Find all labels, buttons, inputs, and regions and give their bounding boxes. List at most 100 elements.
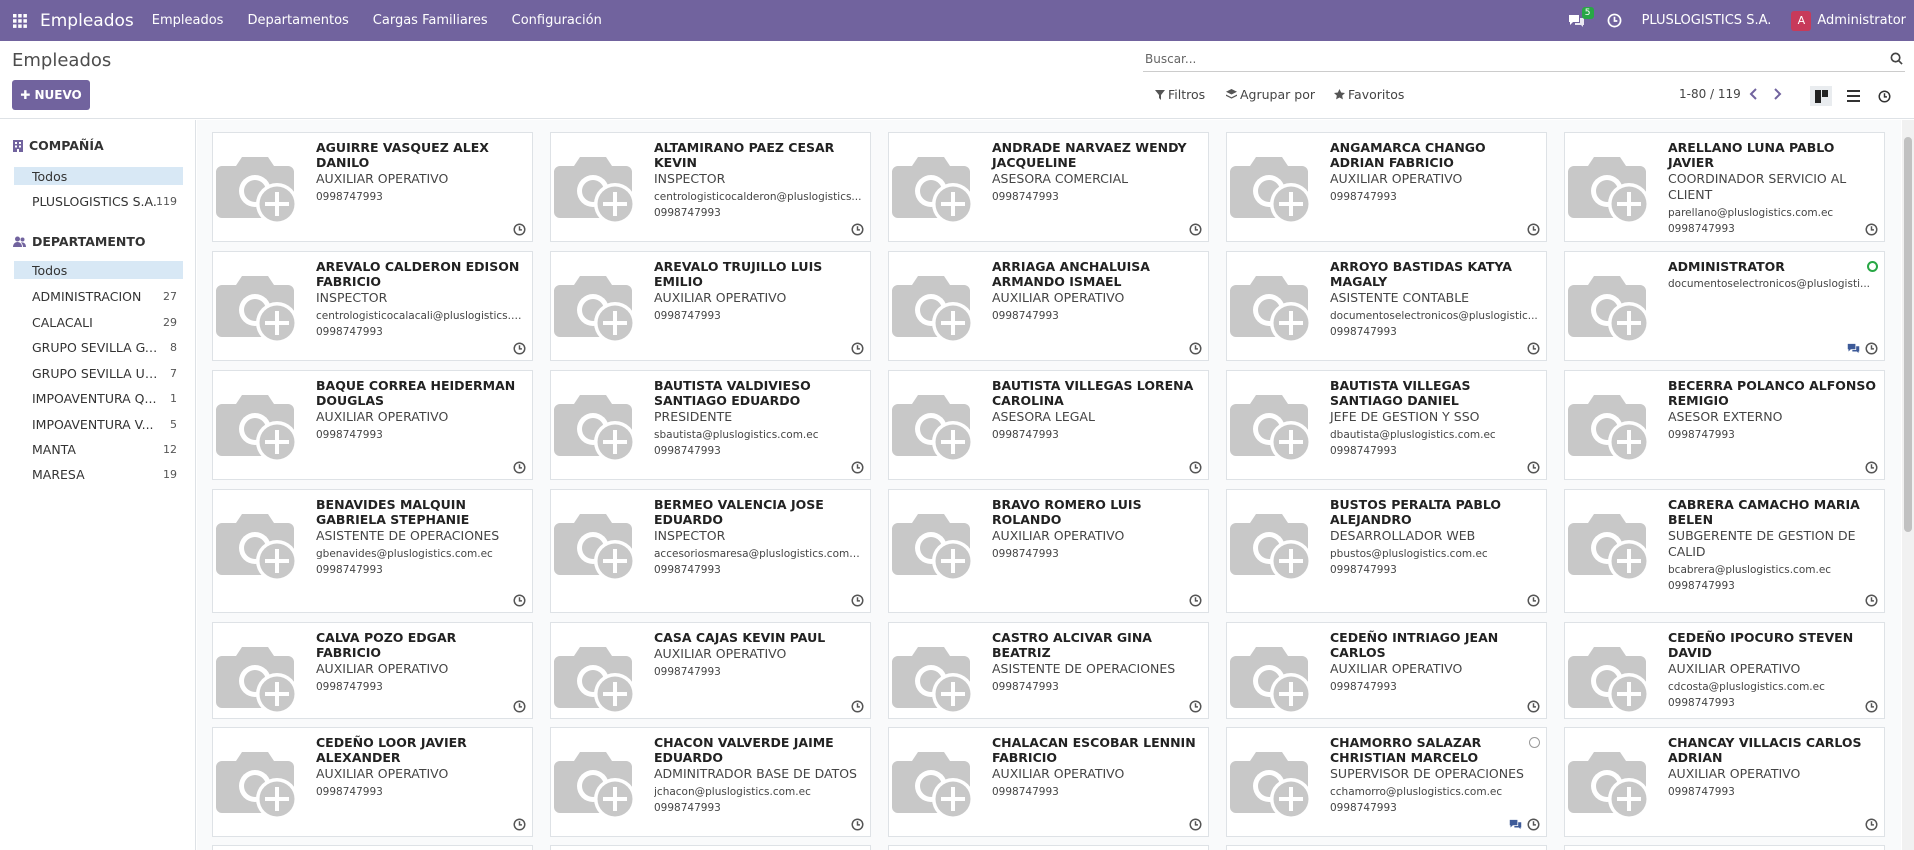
employee-card[interactable]: CEDEÑO INTRIAGO JEAN CARLOS AUXILIAR OPER… <box>1226 622 1547 719</box>
activity-clock-icon[interactable] <box>1189 461 1202 474</box>
employee-card[interactable]: ARROYO BASTIDAS KATYA MAGALY ASISTENTE CO… <box>1226 251 1547 361</box>
activity-clock-icon[interactable] <box>1527 342 1540 355</box>
user-menu[interactable]: Administrator <box>1817 13 1906 28</box>
main-scrollbar[interactable] <box>1902 120 1914 850</box>
department-item[interactable]: GRUPO SEVILLA GYE 8 <box>14 338 183 356</box>
employee-card[interactable]: CHANCAY VILLACIS CARLOS ADRIAN AUXILIAR O… <box>1564 727 1885 837</box>
department-item[interactable]: IMPOAVENTURA Q... 1 <box>14 389 183 407</box>
employee-card[interactable]: BENAVIDES MALQUIN GABRIELA STEPHANIE ASIS… <box>212 489 533 613</box>
chat-icon[interactable] <box>1847 343 1860 354</box>
search-icon[interactable] <box>1890 50 1903 69</box>
activity-clock-icon[interactable] <box>1527 461 1540 474</box>
company-item-pluslogistics[interactable]: PLUSLOGISTICS S.A. 119 <box>14 192 183 210</box>
employee-card[interactable]: CHACON VALVERDE JAIME EDUARDO ADMINITRADO… <box>550 727 871 837</box>
pager-next-button[interactable] <box>1771 86 1783 105</box>
menu-configuracion[interactable]: Configuración <box>512 13 602 28</box>
employee-card[interactable]: BUSTOS PERALTA PABLO ALEJANDRO DESARROLLA… <box>1226 489 1547 613</box>
activity-clock-icon[interactable] <box>1189 342 1202 355</box>
employee-card[interactable]: ARELLANO LUNA PABLO JAVIER COORDINADOR SE… <box>1564 132 1885 242</box>
activity-clock-icon[interactable] <box>1189 594 1202 607</box>
employee-card[interactable] <box>550 845 871 850</box>
employee-card[interactable]: Administrator documentoselectronicos@plus… <box>1564 251 1885 361</box>
department-item[interactable]: MARESA 19 <box>14 465 183 483</box>
activity-clock-icon[interactable] <box>851 700 864 713</box>
user-avatar[interactable]: A <box>1791 10 1812 31</box>
department-item-todos[interactable]: Todos <box>14 261 183 279</box>
employee-card[interactable]: BERMEO VALENCIA JOSE EDUARDO INSPECTOR acc… <box>550 489 871 613</box>
app-brand[interactable]: Empleados <box>40 11 134 31</box>
activity-clock-icon[interactable] <box>851 342 864 355</box>
department-item[interactable]: MANTA 12 <box>14 440 183 458</box>
favorites-button[interactable]: Favoritos <box>1334 87 1404 102</box>
new-button[interactable]: ✚ NUEVO <box>12 80 90 110</box>
menu-departamentos[interactable]: Departamentos <box>247 13 348 28</box>
activity-clock-icon[interactable] <box>513 342 526 355</box>
kanban-view-button[interactable] <box>1810 86 1832 106</box>
employee-card[interactable]: ANDRADE NARVAEZ WENDY JACQUELINE ASESORA … <box>888 132 1209 242</box>
activity-clock-icon[interactable] <box>1865 818 1878 831</box>
employee-card[interactable]: CALVA POZO EDGAR FABRICIO AUXILIAR OPERAT… <box>212 622 533 719</box>
employee-card[interactable] <box>888 845 1209 850</box>
employee-card[interactable]: CASA CAJAS KEVIN PAUL AUXILIAR OPERATIVO 0… <box>550 622 871 719</box>
activity-clock-icon[interactable] <box>1865 223 1878 236</box>
activity-clock-icon[interactable] <box>513 700 526 713</box>
employee-card[interactable] <box>212 845 533 850</box>
activity-clock-icon[interactable] <box>1189 223 1202 236</box>
pager-value[interactable]: 1-80 / 119 <box>1679 87 1741 101</box>
activity-clock-icon[interactable] <box>1865 461 1878 474</box>
scrollbar-thumb[interactable] <box>1904 137 1912 532</box>
activity-clock-icon[interactable] <box>1865 342 1878 355</box>
employee-card[interactable] <box>1564 845 1885 850</box>
employee-card[interactable]: CEDEÑO LOOR JAVIER ALEXANDER AUXILIAR OPE… <box>212 727 533 837</box>
employee-card[interactable]: CASTRO ALCIVAR GINA BEATRIZ ASISTENTE DE … <box>888 622 1209 719</box>
employee-card[interactable]: CHALACAN ESCOBAR LENNIN FABRICIO AUXILIAR… <box>888 727 1209 837</box>
employee-card[interactable]: AREVALO TRUJILLO LUIS EMILIO AUXILIAR OPE… <box>550 251 871 361</box>
employee-card[interactable] <box>1226 845 1547 850</box>
employee-card[interactable]: BECERRA POLANCO ALFONSO REMIGIO ASESOR EX… <box>1564 370 1885 480</box>
search-input[interactable] <box>1145 49 1865 69</box>
activity-view-button[interactable] <box>1873 86 1895 106</box>
employee-card[interactable]: BAUTISTA VILLEGAS LORENA CAROLINA ASESORA… <box>888 370 1209 480</box>
employee-card[interactable]: ANGAMARCA CHANGO ADRIAN FABRICIO AUXILIAR… <box>1226 132 1547 242</box>
employee-card[interactable]: CHAMORRO SALAZAR CHRISTIAN MARCELO SUPERV… <box>1226 727 1547 837</box>
employee-card[interactable]: AREVALO CALDERON EDISON FABRICIO INSPECTO… <box>212 251 533 361</box>
menu-cargas-familiares[interactable]: Cargas Familiares <box>373 13 488 28</box>
activity-clock-icon[interactable] <box>851 223 864 236</box>
activity-clock-icon[interactable] <box>513 594 526 607</box>
chat-icon[interactable] <box>1509 819 1522 830</box>
activity-clock-icon[interactable] <box>851 594 864 607</box>
activity-clock-icon[interactable] <box>1527 594 1540 607</box>
messages-button[interactable]: 5 <box>1568 6 1594 28</box>
employee-card[interactable]: ARRIAGA ANCHALUISA ARMANDO ISMAEL AUXILIA… <box>888 251 1209 361</box>
employee-card[interactable]: BAQUE CORREA HEIDERMAN DOUGLAS AUXILIAR O… <box>212 370 533 480</box>
department-item[interactable]: ADMINISTRACION 27 <box>14 287 183 305</box>
department-item[interactable]: GRUPO SEVILLA UIO 7 <box>14 364 183 382</box>
employee-card[interactable]: ALTAMIRANO PAEZ CESAR KEVIN INSPECTOR cent… <box>550 132 871 242</box>
employee-card[interactable]: BRAVO ROMERO LUIS ROLANDO AUXILIAR OPERAT… <box>888 489 1209 613</box>
employee-card[interactable]: BAUTISTA VILLEGAS SANTIAGO DANIEL JEFE DE… <box>1226 370 1547 480</box>
activity-clock-icon[interactable] <box>851 818 864 831</box>
activity-clock-icon[interactable] <box>513 818 526 831</box>
apps-menu-icon[interactable] <box>0 0 40 41</box>
activities-button[interactable] <box>1607 13 1622 28</box>
activity-clock-icon[interactable] <box>1865 594 1878 607</box>
department-item[interactable]: IMPOAVENTURA V... 5 <box>14 415 183 433</box>
activity-clock-icon[interactable] <box>513 461 526 474</box>
activity-clock-icon[interactable] <box>1527 818 1540 831</box>
activity-clock-icon[interactable] <box>851 461 864 474</box>
activity-clock-icon[interactable] <box>1189 700 1202 713</box>
filters-button[interactable]: Filtros <box>1155 87 1205 102</box>
list-view-button[interactable] <box>1842 86 1864 106</box>
group-by-button[interactable]: Agrupar por <box>1226 87 1315 102</box>
menu-empleados[interactable]: Empleados <box>152 13 224 28</box>
department-item[interactable]: CALACALI 29 <box>14 313 183 331</box>
company-switcher[interactable]: PLUSLOGISTICS S.A. <box>1642 13 1772 28</box>
activity-clock-icon[interactable] <box>1527 223 1540 236</box>
employee-card[interactable]: BAUTISTA VALDIVIESO SANTIAGO EDUARDO PRES… <box>550 370 871 480</box>
activity-clock-icon[interactable] <box>1527 700 1540 713</box>
employee-card[interactable]: AGUIRRE VASQUEZ ALEX DANILO AUXILIAR OPER… <box>212 132 533 242</box>
company-item-todos[interactable]: Todos <box>14 167 183 185</box>
activity-clock-icon[interactable] <box>513 223 526 236</box>
employee-card[interactable]: CABRERA CAMACHO MARIA BELEN SUBGERENTE DE… <box>1564 489 1885 613</box>
employee-card[interactable]: CEDEÑO IPOCURO STEVEN DAVID AUXILIAR OPER… <box>1564 622 1885 719</box>
